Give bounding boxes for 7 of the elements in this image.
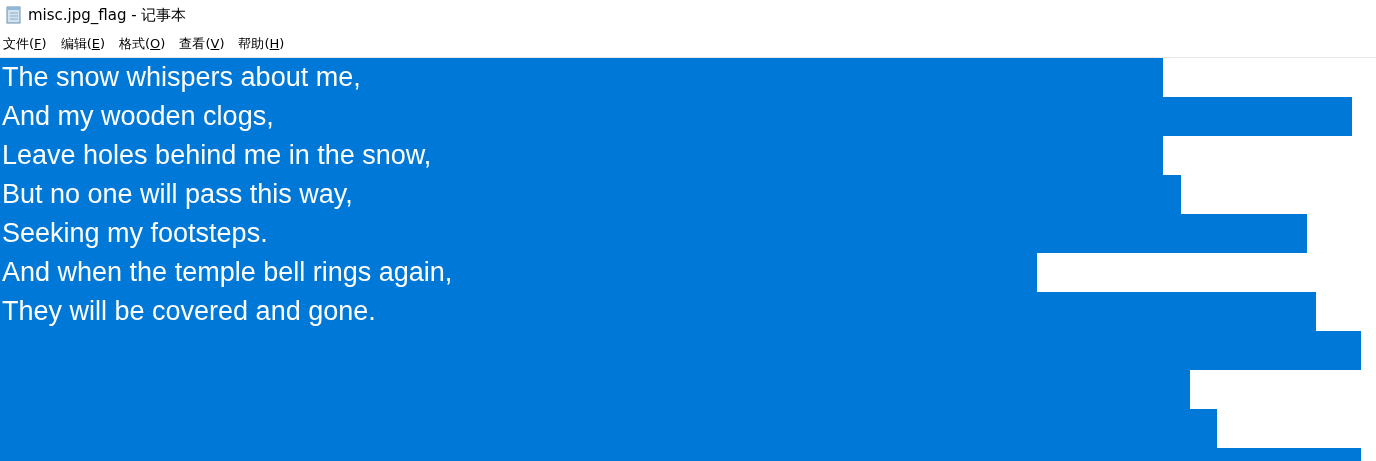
menu-item[interactable]: 文件(F) (3, 34, 47, 53)
menu-item[interactable]: 编辑(E) (60, 34, 105, 53)
menu-item[interactable]: 查看(V) (179, 34, 225, 53)
menu-item[interactable]: 格式(O) (119, 34, 166, 53)
window-title: misc.jpg_flag - 记事本 (28, 5, 187, 25)
menu-item[interactable]: 帮助(H) (238, 34, 285, 53)
notepad-icon (6, 6, 22, 24)
